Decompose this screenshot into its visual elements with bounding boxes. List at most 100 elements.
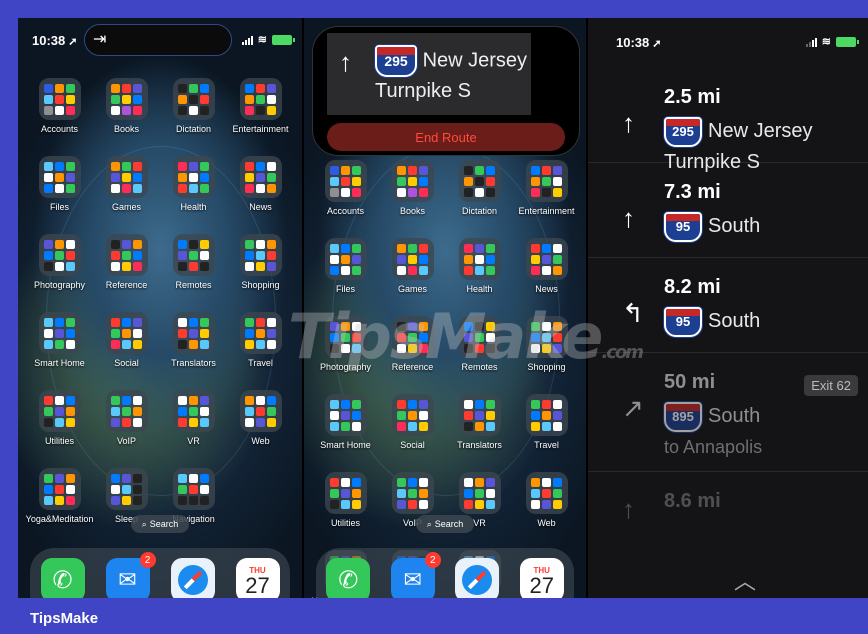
app-folder[interactable]: Accounts (26, 78, 93, 134)
search-button[interactable]: ⌕ Search (131, 515, 189, 533)
app-folder[interactable]: Reference (93, 234, 160, 290)
folder-icon (324, 160, 367, 202)
app-folder[interactable]: Remotes (160, 234, 227, 290)
app-folder[interactable]: Entertainment (227, 78, 294, 134)
folder-icon (38, 156, 81, 198)
folder-label: Books (399, 206, 425, 216)
app-folder[interactable]: Entertainment (513, 160, 580, 216)
folder-label: Yoga&Meditation (25, 514, 94, 524)
folder-label: Utilities (44, 436, 74, 446)
app-folder[interactable]: Yoga&Meditation (26, 468, 93, 524)
calendar-app[interactable]: THU 27 (235, 558, 280, 598)
phone-icon: ✆ (338, 566, 359, 594)
app-folder[interactable]: Social (379, 394, 446, 450)
app-folder[interactable]: Shopping (227, 234, 294, 290)
straight-arrow-icon: ↑ (622, 203, 635, 233)
app-folder[interactable]: Health (160, 156, 227, 212)
app-folder[interactable]: News (227, 156, 294, 212)
safari-app[interactable] (170, 558, 215, 598)
folder-label: Translators (457, 440, 502, 450)
app-folder[interactable]: Web (513, 472, 580, 528)
compass-icon (177, 565, 208, 595)
direction-step[interactable]: ↑ 2.5 mi 295 New Jersey Turnpike S (588, 68, 868, 173)
app-folder[interactable]: Travel (227, 312, 294, 368)
app-folder[interactable]: Utilities (26, 390, 93, 446)
folder-label: Files (335, 284, 355, 294)
folder-label: Remotes (175, 280, 212, 290)
straight-arrow-icon: ↑ (339, 47, 352, 77)
folder-label: Entertainment (232, 124, 289, 134)
search-button[interactable]: ⌕ Search (416, 515, 474, 533)
location-arrow-icon: ➚ (68, 36, 78, 48)
folder-icon (239, 156, 282, 198)
step-destination: to Annapolis (664, 436, 763, 457)
app-folder[interactable]: Health (446, 238, 513, 294)
direction-step[interactable]: ↑ 8.6 mi (588, 472, 868, 566)
app-folder[interactable]: Books (379, 160, 446, 216)
app-folder[interactable]: Accounts (312, 160, 379, 216)
folder-label: Travel (534, 440, 559, 450)
step-distance: 8.6 mi (664, 490, 721, 512)
phone-app[interactable]: ✆ (326, 558, 371, 598)
app-folder[interactable]: Translators (160, 312, 227, 368)
app-folder[interactable]: Web (227, 390, 294, 446)
folder-label: Reference (105, 280, 148, 290)
folder-icon (105, 390, 148, 432)
mail-badge: 2 (424, 552, 441, 568)
folder-label: News (249, 202, 272, 212)
safari-app[interactable] (455, 558, 500, 598)
folder-label: Photography (33, 280, 86, 290)
folder-icon (105, 468, 148, 510)
folder-icon (172, 78, 215, 120)
end-route-button[interactable]: End Route (327, 123, 565, 151)
folder-icon (525, 472, 568, 514)
app-folder[interactable]: Travel (513, 394, 580, 450)
navigation-live-activity[interactable]: ↑ 295 New Jersey Turnpike S End Route (312, 26, 580, 156)
compass-icon (462, 565, 493, 595)
calendar-date: 27 (529, 572, 554, 598)
app-folder[interactable]: Utilities (312, 472, 379, 528)
folder-label: News (535, 284, 558, 294)
folder-icon (239, 234, 282, 276)
app-folder[interactable]: VR (160, 390, 227, 446)
folder-label: Web (537, 518, 556, 528)
bear-right-arrow-icon: ↗ (622, 393, 644, 423)
folder-icon (525, 394, 568, 436)
app-folder[interactable]: Photography (26, 234, 93, 290)
app-folder[interactable]: Translators (446, 394, 513, 450)
app-folder[interactable]: Games (93, 156, 160, 212)
folder-icon (324, 472, 367, 514)
folder-icon (38, 312, 81, 354)
folder-label: Travel (248, 358, 273, 368)
folder-label: Accounts (326, 206, 365, 216)
app-folder[interactable]: Dictation (160, 78, 227, 134)
app-folder[interactable]: Smart Home (26, 312, 93, 368)
direction-step[interactable]: ↑ 7.3 mi 95 South (588, 163, 868, 258)
app-folder[interactable]: Games (379, 238, 446, 294)
chevron-up-icon[interactable]: ︿ (734, 564, 756, 596)
calendar-app[interactable]: THU 27 (519, 558, 564, 598)
app-folder[interactable]: Dictation (446, 160, 513, 216)
app-folder[interactable]: VoIP (93, 390, 160, 446)
step-distance: 8.2 mi (664, 276, 721, 298)
folder-icon (239, 390, 282, 432)
folder-icon (458, 238, 501, 280)
app-folder[interactable]: Files (312, 238, 379, 294)
mail-app[interactable]: ✉ 2 (105, 552, 156, 598)
search-icon: ⌕ (141, 518, 147, 529)
app-folder[interactable]: News (513, 238, 580, 294)
app-folder[interactable]: Books (93, 78, 160, 134)
folder-icon (172, 390, 215, 432)
app-folder[interactable]: Files (26, 156, 93, 212)
folder-label: Dictation (175, 124, 211, 134)
folder-icon (391, 160, 434, 202)
straight-arrow-icon: ↑ (622, 494, 635, 524)
mail-app[interactable]: ✉ 2 (390, 552, 441, 598)
app-folder[interactable]: Smart Home (312, 394, 379, 450)
app-folder[interactable]: Social (93, 312, 160, 368)
navigation-activity-icon: ⇥ (93, 31, 107, 48)
mail-icon: ✉ (118, 567, 137, 592)
folder-icon (105, 234, 148, 276)
dynamic-island[interactable]: ⇥ (84, 24, 232, 56)
phone-app[interactable]: ✆ (40, 558, 85, 598)
